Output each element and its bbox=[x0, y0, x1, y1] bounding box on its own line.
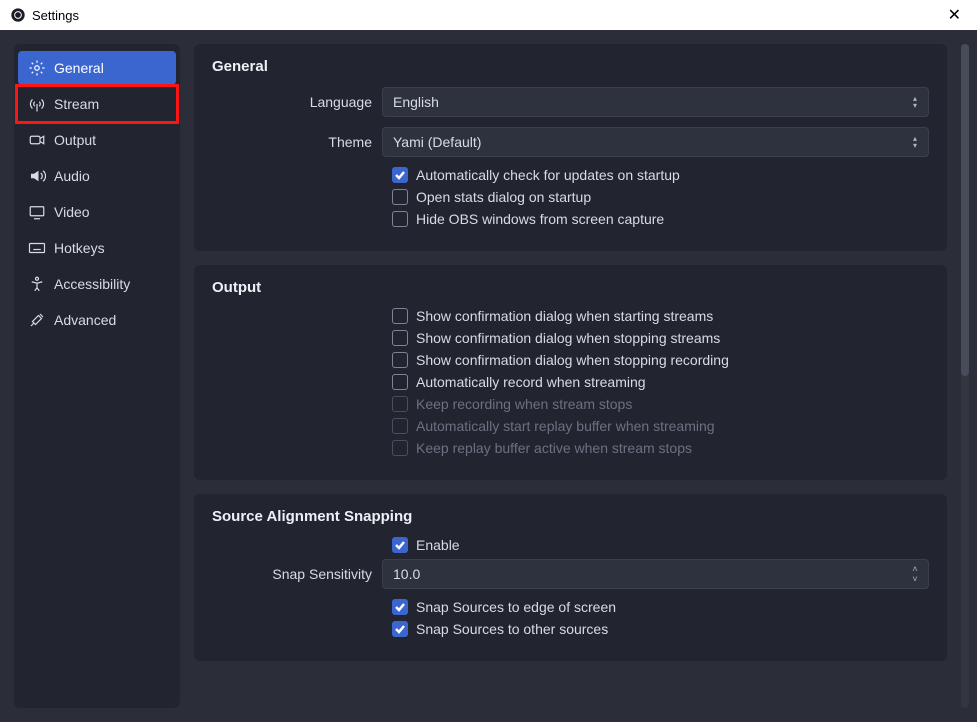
checkbox[interactable] bbox=[392, 211, 408, 227]
snap-sensitivity-value: 10.0 bbox=[393, 566, 420, 582]
check-row[interactable]: Snap Sources to other sources bbox=[392, 621, 929, 637]
snap-sensitivity-label: Snap Sensitivity bbox=[212, 566, 382, 582]
check-row: Keep replay buffer active when stream st… bbox=[392, 440, 929, 456]
keyboard-icon bbox=[28, 239, 46, 257]
check-row[interactable]: Show confirmation dialog when starting s… bbox=[392, 308, 929, 324]
panel-snapping: Source Alignment Snapping Enable Snap Se… bbox=[194, 494, 947, 661]
spinner-icon: ▴▾ bbox=[908, 128, 922, 156]
sidebar-item-output[interactable]: Output bbox=[18, 123, 176, 157]
camera-icon bbox=[28, 131, 46, 149]
panel-general: General Language English ▴▾ Theme Yami (… bbox=[194, 44, 947, 251]
checkbox[interactable] bbox=[392, 330, 408, 346]
scrollbar[interactable] bbox=[961, 44, 969, 708]
panel-title-general: General bbox=[212, 58, 929, 75]
check-label: Snap Sources to edge of screen bbox=[416, 599, 616, 615]
check-row[interactable]: Hide OBS windows from screen capture bbox=[392, 211, 929, 227]
check-row[interactable]: Show confirmation dialog when stopping r… bbox=[392, 352, 929, 368]
sidebar-item-stream[interactable]: Stream bbox=[18, 87, 176, 121]
check-enable-snapping[interactable] bbox=[392, 537, 408, 553]
checkbox[interactable] bbox=[392, 308, 408, 324]
checkbox[interactable] bbox=[392, 599, 408, 615]
theme-select[interactable]: Yami (Default) ▴▾ bbox=[382, 127, 929, 157]
sidebar-item-audio[interactable]: Audio bbox=[18, 159, 176, 193]
check-label: Keep recording when stream stops bbox=[416, 396, 632, 412]
sidebar-item-video[interactable]: Video bbox=[18, 195, 176, 229]
check-row[interactable]: Open stats dialog on startup bbox=[392, 189, 929, 205]
sidebar: General Stream Output Audio Video Hotkeys Acce… bbox=[14, 44, 180, 708]
step-up-icon[interactable]: ˄ bbox=[908, 564, 922, 574]
checkbox bbox=[392, 396, 408, 412]
sidebar-item-general[interactable]: General bbox=[18, 51, 176, 85]
sidebar-item-advanced[interactable]: Advanced bbox=[18, 303, 176, 337]
close-icon[interactable]: ✕ bbox=[942, 3, 967, 27]
sidebar-item-hotkeys[interactable]: Hotkeys bbox=[18, 231, 176, 265]
sidebar-item-label: Video bbox=[54, 204, 90, 220]
language-value: English bbox=[393, 94, 439, 110]
check-row[interactable]: Snap Sources to edge of screen bbox=[392, 599, 929, 615]
tools-icon bbox=[28, 311, 46, 329]
snap-sensitivity-input[interactable]: 10.0 ˄˅ bbox=[382, 559, 929, 589]
check-label: Keep replay buffer active when stream st… bbox=[416, 440, 692, 456]
checkbox bbox=[392, 418, 408, 434]
window-body: General Stream Output Audio Video Hotkeys Acce… bbox=[0, 30, 977, 722]
checkbox[interactable] bbox=[392, 621, 408, 637]
speaker-icon bbox=[28, 167, 46, 185]
check-label: Show confirmation dialog when starting s… bbox=[416, 308, 713, 324]
panel-title-output: Output bbox=[212, 279, 929, 296]
scrollbar-thumb[interactable] bbox=[961, 44, 969, 376]
antenna-icon bbox=[28, 95, 46, 113]
spinner-icon: ˄˅ bbox=[908, 560, 922, 588]
sidebar-item-accessibility[interactable]: Accessibility bbox=[18, 267, 176, 301]
check-enable-snapping-row[interactable]: Enable bbox=[392, 537, 929, 553]
check-label: Automatically start replay buffer when s… bbox=[416, 418, 715, 434]
check-label: Open stats dialog on startup bbox=[416, 189, 591, 205]
check-row[interactable]: Automatically check for updates on start… bbox=[392, 167, 929, 183]
obs-logo-icon bbox=[10, 7, 26, 23]
checkbox[interactable] bbox=[392, 352, 408, 368]
gear-icon bbox=[28, 59, 46, 77]
sidebar-item-label: Hotkeys bbox=[54, 240, 105, 256]
check-label: Automatically record when streaming bbox=[416, 374, 646, 390]
sidebar-item-label: General bbox=[54, 60, 104, 76]
titlebar: Settings ✕ bbox=[0, 0, 977, 30]
theme-value: Yami (Default) bbox=[393, 134, 481, 150]
step-down-icon[interactable]: ˅ bbox=[908, 574, 922, 584]
theme-label: Theme bbox=[212, 134, 382, 150]
language-select[interactable]: English ▴▾ bbox=[382, 87, 929, 117]
checkbox bbox=[392, 440, 408, 456]
check-row: Automatically start replay buffer when s… bbox=[392, 418, 929, 434]
check-enable-snapping-label: Enable bbox=[416, 537, 460, 553]
window-title: Settings bbox=[32, 8, 79, 23]
sidebar-item-label: Advanced bbox=[54, 312, 116, 328]
checkbox[interactable] bbox=[392, 167, 408, 183]
check-label: Show confirmation dialog when stopping r… bbox=[416, 352, 729, 368]
check-label: Automatically check for updates on start… bbox=[416, 167, 680, 183]
sidebar-item-label: Output bbox=[54, 132, 96, 148]
sidebar-item-label: Accessibility bbox=[54, 276, 130, 292]
checkbox[interactable] bbox=[392, 374, 408, 390]
check-label: Hide OBS windows from screen capture bbox=[416, 211, 664, 227]
check-row: Keep recording when stream stops bbox=[392, 396, 929, 412]
check-label: Snap Sources to other sources bbox=[416, 621, 608, 637]
sidebar-item-label: Stream bbox=[54, 96, 99, 112]
accessibility-icon bbox=[28, 275, 46, 293]
language-label: Language bbox=[212, 94, 382, 110]
check-label: Show confirmation dialog when stopping s… bbox=[416, 330, 720, 346]
checkbox[interactable] bbox=[392, 189, 408, 205]
panel-title-snapping: Source Alignment Snapping bbox=[212, 508, 929, 525]
check-row[interactable]: Automatically record when streaming bbox=[392, 374, 929, 390]
monitor-icon bbox=[28, 203, 46, 221]
check-row[interactable]: Show confirmation dialog when stopping s… bbox=[392, 330, 929, 346]
spinner-icon: ▴▾ bbox=[908, 88, 922, 116]
panel-output: Output Show confirmation dialog when sta… bbox=[194, 265, 947, 480]
main-content: General Language English ▴▾ Theme Yami (… bbox=[194, 44, 947, 708]
sidebar-item-label: Audio bbox=[54, 168, 90, 184]
